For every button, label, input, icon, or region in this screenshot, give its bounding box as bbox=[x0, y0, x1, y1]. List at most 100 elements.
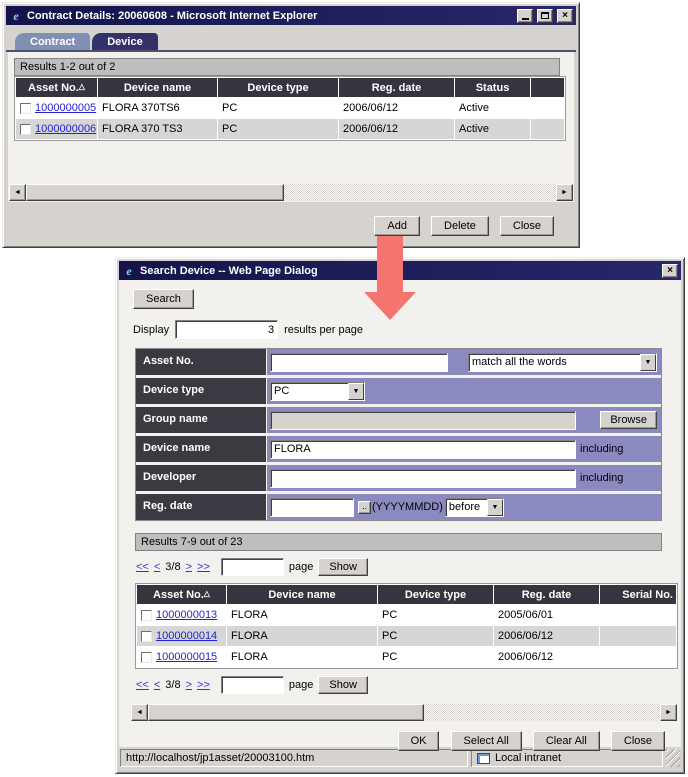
cell-serial-no bbox=[600, 605, 676, 625]
column-header-reg-date[interactable]: Reg. date bbox=[339, 78, 454, 97]
reg-date-input[interactable] bbox=[270, 497, 354, 517]
asset-no-link[interactable]: 1000000013 bbox=[156, 609, 217, 621]
row-checkbox[interactable] bbox=[20, 123, 31, 135]
arrow-head bbox=[364, 292, 416, 320]
column-header-serial-no[interactable]: Serial No. bbox=[600, 585, 676, 604]
device-type-select[interactable]: PC ▼ bbox=[270, 381, 365, 401]
including-note: including bbox=[580, 472, 624, 484]
asset-no-link[interactable]: 1000000005 bbox=[35, 102, 96, 114]
pagination-bottom: << < 3/8 > >> page Show bbox=[136, 674, 672, 696]
asset-no-input[interactable] bbox=[270, 352, 448, 372]
scrollbar-thumb[interactable] bbox=[148, 704, 424, 721]
form-row-group-name: Group name Browse bbox=[136, 407, 661, 433]
horizontal-scrollbar[interactable]: ◄ ► bbox=[9, 184, 573, 201]
close-button[interactable]: Close bbox=[610, 731, 665, 751]
column-header-device-type[interactable]: Device type bbox=[378, 585, 493, 604]
cell-device-type: PC bbox=[378, 647, 493, 667]
maximize-button[interactable] bbox=[537, 8, 553, 23]
asset-no-link[interactable]: 1000000014 bbox=[156, 630, 217, 642]
show-button[interactable]: Show bbox=[318, 558, 368, 576]
scroll-left-icon[interactable]: ◄ bbox=[9, 184, 26, 201]
cell-empty bbox=[531, 119, 564, 139]
first-page-link[interactable]: << bbox=[136, 679, 149, 691]
cell-device-name: FLORA bbox=[227, 626, 377, 646]
cell-device-name: FLORA 370TS6 bbox=[98, 98, 217, 118]
first-page-link[interactable]: << bbox=[136, 561, 149, 573]
date-picker-button[interactable]: .. bbox=[358, 500, 372, 514]
column-header-status[interactable]: Status bbox=[455, 78, 530, 97]
column-header-device-type[interactable]: Device type bbox=[218, 78, 338, 97]
device-name-input[interactable] bbox=[270, 439, 576, 459]
resize-grip[interactable] bbox=[666, 749, 680, 767]
table-row: 1000000013 FLORA PC 2005/06/01 bbox=[137, 605, 676, 625]
chevron-down-icon[interactable]: ▼ bbox=[348, 382, 364, 400]
scroll-right-icon[interactable]: ► bbox=[556, 184, 573, 201]
ok-button[interactable]: OK bbox=[397, 731, 440, 751]
search-device-dialog: e Search Device -- Web Page Dialog × Sea… bbox=[115, 257, 685, 774]
search-form: Asset No. match all the words ▼ Device t… bbox=[135, 348, 662, 521]
scroll-left-icon[interactable]: ◄ bbox=[131, 704, 148, 721]
search-button[interactable]: Search bbox=[133, 289, 194, 309]
scroll-right-icon[interactable]: ► bbox=[660, 704, 677, 721]
next-page-link[interactable]: > bbox=[186, 561, 192, 573]
results-per-page-input[interactable] bbox=[175, 320, 279, 339]
chevron-down-icon[interactable]: ▼ bbox=[486, 498, 503, 516]
page-label: page bbox=[288, 679, 314, 691]
contract-button-row: Add Delete Close bbox=[6, 202, 576, 236]
close-button[interactable]: Close bbox=[499, 216, 554, 236]
page-number-input[interactable] bbox=[220, 676, 284, 694]
chevron-down-icon[interactable]: ▼ bbox=[640, 353, 656, 371]
column-header-device-name[interactable]: Device name bbox=[98, 78, 217, 97]
table-row: 1000000005 FLORA 370TS6 PC 2006/06/12 Ac… bbox=[16, 98, 564, 118]
browse-button[interactable]: Browse bbox=[600, 411, 657, 429]
column-header-reg-date[interactable]: Reg. date bbox=[494, 585, 599, 604]
local-intranet-icon bbox=[477, 752, 490, 764]
tab-device[interactable]: Device bbox=[92, 33, 158, 50]
close-dialog-button[interactable]: × bbox=[662, 263, 678, 278]
results-summary: Results 7-9 out of 23 bbox=[135, 533, 662, 551]
developer-label: Developer bbox=[136, 465, 266, 491]
match-mode-select[interactable]: match all the words ▼ bbox=[468, 352, 657, 372]
column-header-device-name[interactable]: Device name bbox=[227, 585, 377, 604]
add-button[interactable]: Add bbox=[374, 216, 420, 236]
contract-window-titlebar[interactable]: e Contract Details: 20060608 - Microsoft… bbox=[6, 6, 576, 25]
next-page-link[interactable]: > bbox=[186, 679, 192, 691]
pagination-top: << < 3/8 > >> page Show bbox=[136, 556, 672, 578]
show-button[interactable]: Show bbox=[318, 676, 368, 694]
date-before-select[interactable]: before ▼ bbox=[444, 497, 504, 517]
contract-window-title: Contract Details: 20060608 - Microsoft I… bbox=[27, 9, 318, 22]
prev-page-link[interactable]: < bbox=[154, 561, 160, 573]
scrollbar-track[interactable] bbox=[284, 184, 556, 201]
scrollbar-thumb[interactable] bbox=[26, 184, 284, 201]
prev-page-link[interactable]: < bbox=[154, 679, 160, 691]
page-number-input[interactable] bbox=[220, 558, 284, 576]
row-checkbox[interactable] bbox=[141, 630, 152, 642]
row-checkbox[interactable] bbox=[141, 609, 152, 621]
select-all-button[interactable]: Select All bbox=[450, 731, 522, 751]
results-summary: Results 1-2 out of 2 bbox=[14, 58, 560, 76]
asset-no-link[interactable]: 1000000015 bbox=[156, 651, 217, 663]
tab-contract[interactable]: Contract bbox=[15, 33, 91, 50]
row-checkbox[interactable] bbox=[20, 102, 31, 114]
table-header-row: Asset No.△ Device name Device type Reg. … bbox=[16, 78, 564, 97]
form-row-developer: Developer including bbox=[136, 465, 661, 491]
search-results-section: Results 7-9 out of 23 << < 3/8 > >> page… bbox=[135, 533, 678, 696]
delete-button[interactable]: Delete bbox=[431, 216, 489, 236]
cell-status: Active bbox=[455, 98, 530, 118]
last-page-link[interactable]: >> bbox=[197, 679, 210, 691]
contract-device-table: Asset No.△ Device name Device type Reg. … bbox=[14, 76, 566, 141]
asset-no-link[interactable]: 1000000006 bbox=[35, 123, 96, 135]
column-header-asset-no[interactable]: Asset No.△ bbox=[16, 78, 97, 97]
developer-input[interactable] bbox=[270, 468, 576, 488]
last-page-link[interactable]: >> bbox=[197, 561, 210, 573]
scrollbar-track[interactable] bbox=[424, 704, 660, 721]
screenshot-canvas: e Contract Details: 20060608 - Microsoft… bbox=[0, 0, 688, 777]
column-header-asset-no[interactable]: Asset No.△ bbox=[137, 585, 226, 604]
minimize-button[interactable] bbox=[517, 8, 533, 23]
cell-reg-date: 2006/06/12 bbox=[339, 98, 454, 118]
cell-status: Active bbox=[455, 119, 530, 139]
close-window-button[interactable]: × bbox=[557, 8, 573, 23]
clear-all-button[interactable]: Clear All bbox=[532, 731, 600, 751]
row-checkbox[interactable] bbox=[141, 651, 152, 663]
horizontal-scrollbar[interactable]: ◄ ► bbox=[131, 704, 677, 721]
